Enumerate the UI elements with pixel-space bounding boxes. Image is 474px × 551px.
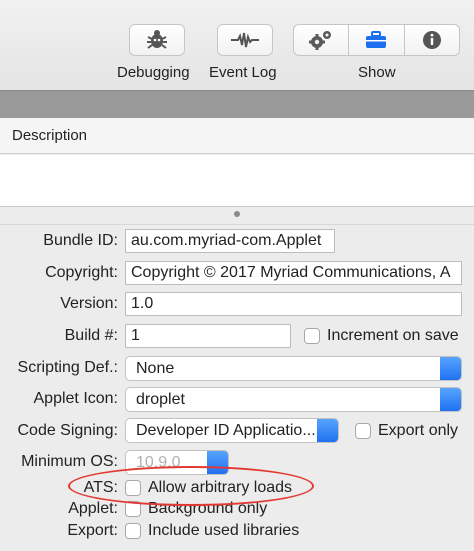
bundle-id-label: Bundle ID: — [43, 232, 118, 249]
copyright-field[interactable]: Copyright © 2017 Myriad Communications, … — [125, 261, 462, 285]
increment-on-save-label: Increment on save — [327, 327, 459, 344]
copyright-label: Copyright: — [45, 264, 118, 281]
description-text-area[interactable] — [0, 155, 474, 207]
bug-icon — [147, 30, 167, 49]
debugging-label: Debugging — [117, 64, 190, 81]
scripting-def-value: None — [136, 360, 175, 377]
build-field[interactable]: 1 — [125, 324, 291, 348]
event-log-button[interactable] — [217, 24, 273, 56]
debugging-button[interactable] — [129, 24, 185, 56]
waveform-icon — [231, 32, 259, 48]
applet-label: Applet: — [68, 500, 118, 517]
applet-icon-popup[interactable]: droplet — [125, 387, 462, 412]
show-label: Show — [358, 64, 396, 81]
info-icon — [422, 31, 441, 49]
split-view-divider[interactable] — [0, 207, 474, 225]
toolbox-icon — [366, 31, 387, 48]
include-used-libraries-checkbox[interactable] — [125, 523, 141, 539]
show-info-segment[interactable] — [405, 25, 459, 55]
gears-icon — [309, 31, 332, 50]
highlight-annotation — [68, 466, 314, 506]
show-segmented-control — [293, 24, 460, 56]
show-toolbox-segment[interactable] — [349, 25, 405, 55]
scripting-def-popup[interactable]: None — [125, 356, 462, 381]
version-field[interactable]: 1.0 — [125, 292, 462, 316]
chevron-updown-icon — [317, 419, 338, 442]
code-signing-label: Code Signing: — [17, 422, 118, 439]
applet-icon-value: droplet — [136, 391, 185, 408]
chevron-updown-icon — [440, 357, 461, 380]
divider-handle-icon — [234, 211, 240, 217]
code-signing-popup[interactable]: Developer ID Applicatio... — [125, 418, 339, 443]
applet-icon-label: Applet Icon: — [33, 390, 119, 407]
separator-bar — [0, 90, 474, 118]
export-only-label: Export only — [378, 422, 459, 439]
show-settings-segment[interactable] — [294, 25, 350, 55]
minimum-os-label: Minimum OS: — [21, 453, 118, 470]
bundle-id-field[interactable]: au.com.myriad-com.Applet — [125, 229, 335, 253]
event-log-label: Event Log — [209, 64, 277, 81]
export-only-checkbox[interactable] — [355, 423, 371, 439]
increment-on-save-checkbox[interactable] — [304, 328, 320, 344]
toolbar: Debugging Event Log Show — [0, 0, 474, 90]
scripting-def-label: Scripting Def.: — [17, 359, 118, 376]
include-used-libraries-label: Include used libraries — [148, 522, 300, 539]
code-signing-value: Developer ID Applicatio... — [136, 422, 316, 439]
chevron-updown-icon — [440, 388, 461, 411]
description-header: Description — [0, 118, 474, 154]
build-label: Build #: — [64, 327, 118, 344]
version-label: Version: — [60, 295, 118, 312]
export-label: Export: — [67, 522, 118, 539]
